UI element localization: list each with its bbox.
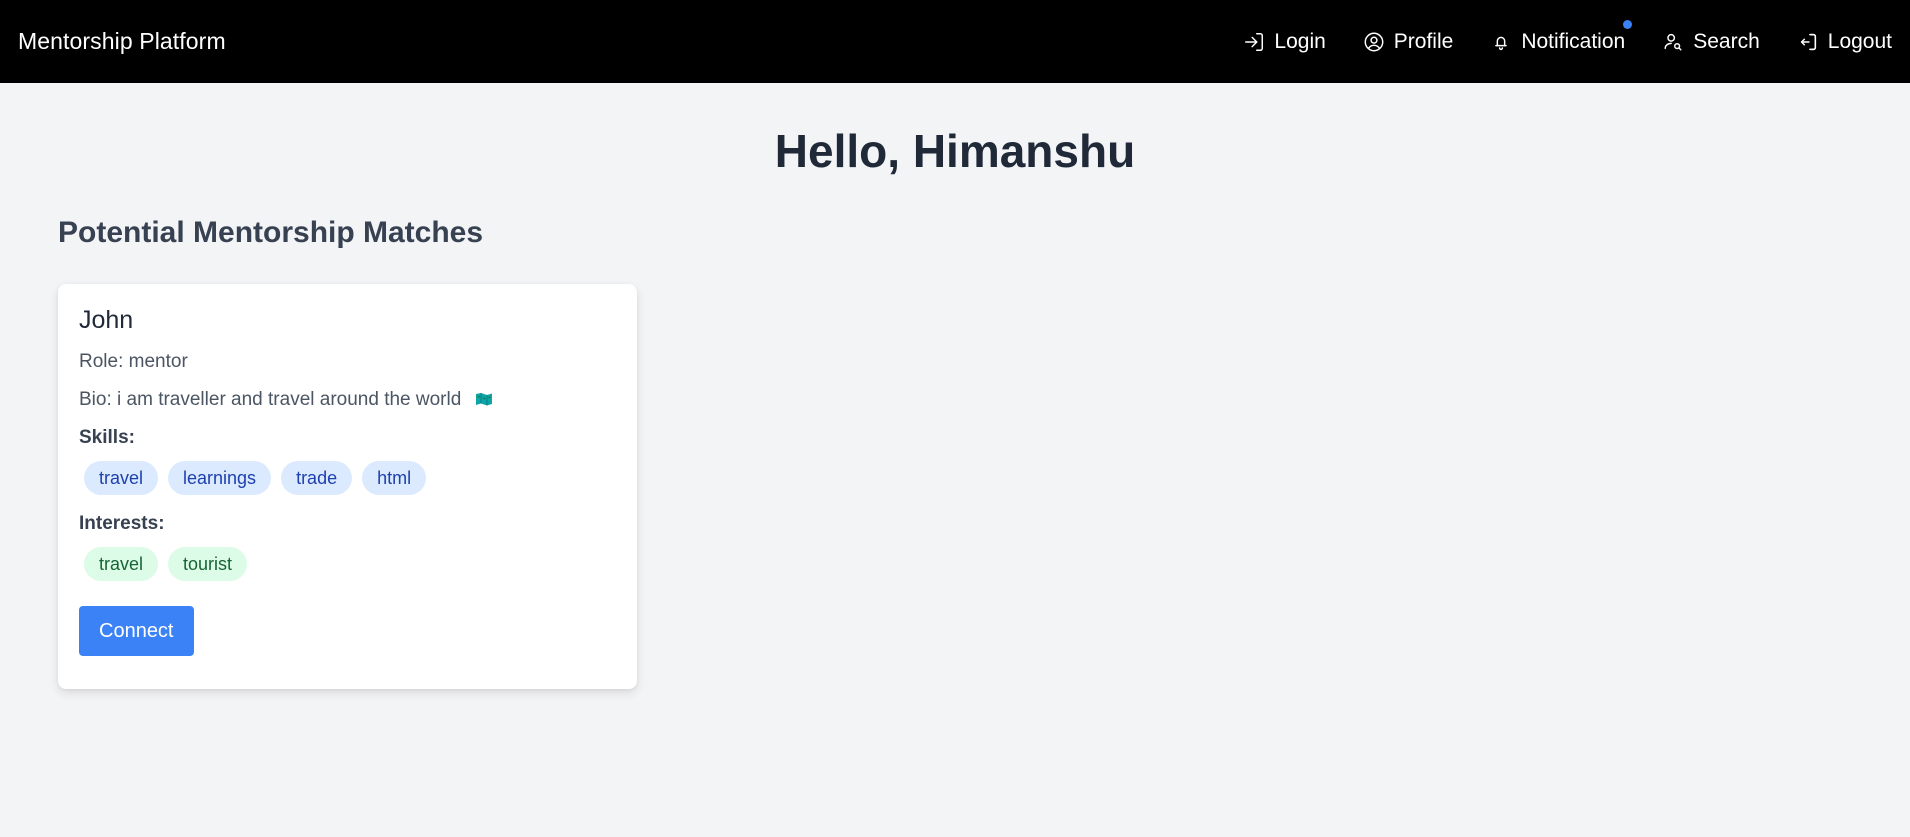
match-role: Role: mentor bbox=[79, 351, 188, 372]
skill-tag: html bbox=[362, 461, 427, 495]
skill-tag: trade bbox=[281, 461, 353, 495]
logout-icon bbox=[1797, 31, 1819, 53]
skill-tag: learnings bbox=[168, 461, 272, 495]
user-circle-icon bbox=[1363, 31, 1385, 53]
skills-tags: travel learnings trade html bbox=[84, 461, 616, 495]
notification-dot bbox=[1623, 19, 1633, 29]
nav-logout[interactable]: Logout bbox=[1797, 30, 1892, 54]
interests-tags: travel tourist bbox=[84, 547, 616, 581]
brand-title[interactable]: Mentorship Platform bbox=[18, 28, 226, 55]
bell-icon bbox=[1490, 31, 1512, 53]
nav-search[interactable]: Search bbox=[1662, 30, 1760, 54]
user-search-icon bbox=[1662, 31, 1684, 53]
map-icon bbox=[475, 390, 493, 406]
interest-tag: tourist bbox=[168, 547, 248, 581]
nav-search-label: Search bbox=[1693, 29, 1760, 53]
match-name: John bbox=[79, 306, 134, 334]
match-bio-row: Bio: i am traveller and travel around th… bbox=[79, 389, 616, 411]
skills-label: Skills: bbox=[79, 427, 135, 448]
nav-profile[interactable]: Profile bbox=[1363, 29, 1454, 54]
page-greeting: Hello, Himanshu bbox=[774, 125, 1136, 177]
skill-tag: travel bbox=[84, 461, 159, 495]
nav-logout-label: Logout bbox=[1827, 29, 1892, 53]
nav-notification[interactable]: Notification bbox=[1490, 19, 1633, 54]
nav-notification-label: Notification bbox=[1521, 29, 1626, 53]
section-title: Potential Mentorship Matches bbox=[58, 216, 484, 249]
interests-label: Interests: bbox=[79, 513, 165, 534]
match-bio: Bio: i am traveller and travel around th… bbox=[79, 389, 462, 410]
login-icon bbox=[1243, 31, 1265, 53]
match-card: John Role: mentor Bio: i am traveller an… bbox=[58, 284, 637, 689]
nav-profile-label: Profile bbox=[1393, 29, 1454, 53]
connect-button[interactable]: Connect bbox=[79, 606, 194, 656]
top-navbar: Mentorship Platform Login Profile Notifi… bbox=[0, 0, 1910, 83]
nav-login-label: Login bbox=[1274, 29, 1326, 53]
interest-tag: travel bbox=[84, 547, 159, 581]
nav-links: Login Profile Notification Search Logout bbox=[1206, 0, 1892, 83]
nav-login[interactable]: Login bbox=[1243, 29, 1326, 54]
